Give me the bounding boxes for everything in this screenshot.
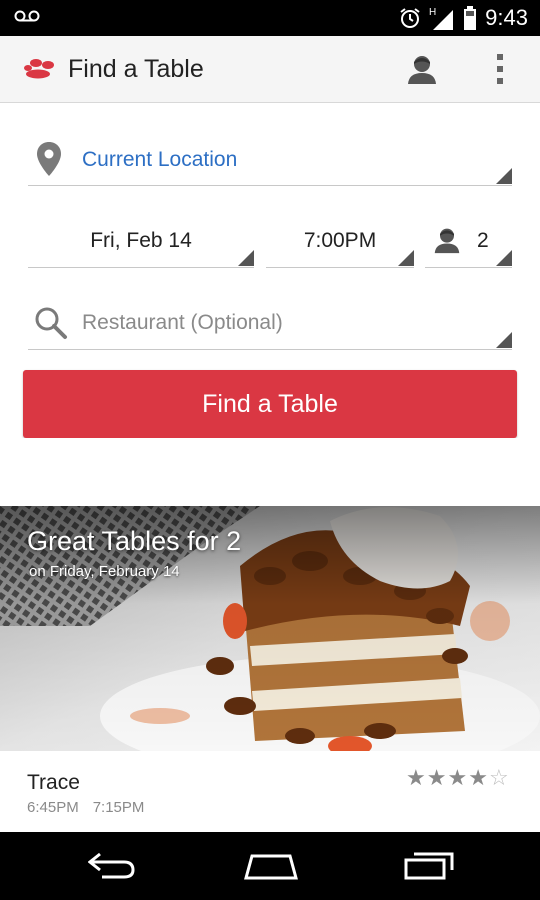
restaurant-search-field[interactable] xyxy=(28,300,512,350)
time-slots: 6:45PM 7:15PM xyxy=(27,799,144,816)
voicemail-icon xyxy=(14,10,40,22)
app-bar: Find a Table xyxy=(0,36,540,103)
search-icon xyxy=(35,307,67,339)
home-icon[interactable] xyxy=(244,850,298,880)
network-type-label: H xyxy=(429,7,436,18)
promo-banner[interactable]: Great Tables for 2 on Friday, February 1… xyxy=(0,506,540,751)
star-filled-icon: ★ xyxy=(447,765,469,790)
party-size-picker[interactable]: 2 xyxy=(425,218,512,268)
status-bar: H 9:43 xyxy=(0,0,540,36)
spacer xyxy=(0,438,540,506)
location-value: Current Location xyxy=(82,148,238,171)
restaurant-list-item[interactable]: Trace 6:45PM 7:15PM ★★★★☆ xyxy=(0,751,540,832)
star-filled-icon: ★ xyxy=(406,765,427,790)
dropdown-corner-icon xyxy=(496,250,512,266)
dropdown-corner-icon xyxy=(496,332,512,348)
star-filled-icon: ★ xyxy=(426,765,448,790)
party-size-value: 2 xyxy=(477,229,489,252)
opentable-logo-icon[interactable] xyxy=(22,58,58,80)
time-slot[interactable]: 6:45PM xyxy=(27,799,79,816)
restaurant-input[interactable] xyxy=(82,308,482,338)
star-filled-icon: ★ xyxy=(468,765,489,790)
recents-icon[interactable] xyxy=(404,850,454,880)
back-icon[interactable] xyxy=(88,850,136,880)
star-rating: ★★★★☆ xyxy=(406,765,510,791)
star-empty-icon: ☆ xyxy=(488,765,510,790)
restaurant-name: Trace xyxy=(27,771,80,794)
date-picker[interactable]: Fri, Feb 14 xyxy=(28,218,254,268)
time-slot[interactable]: 7:15PM xyxy=(93,799,145,816)
dropdown-corner-icon xyxy=(398,250,414,266)
app-title: Find a Table xyxy=(68,55,204,83)
dropdown-corner-icon xyxy=(238,250,254,266)
overflow-menu-icon[interactable] xyxy=(490,52,510,86)
date-value: Fri, Feb 14 xyxy=(90,229,192,252)
signal-icon: H xyxy=(429,7,454,30)
dropdown-corner-icon xyxy=(496,168,512,184)
time-value: 7:00PM xyxy=(303,229,377,252)
profile-icon[interactable] xyxy=(406,53,438,85)
promo-subtitle: on Friday, February 14 xyxy=(29,563,180,580)
alarm-icon xyxy=(400,8,420,28)
person-icon xyxy=(434,228,460,254)
location-pin-icon xyxy=(37,142,61,176)
system-nav-bar xyxy=(0,832,540,900)
location-field[interactable]: Current Location xyxy=(28,136,512,186)
time-picker[interactable]: 7:00PM xyxy=(266,218,414,268)
battery-icon xyxy=(464,6,477,30)
clock: 9:43 xyxy=(485,5,528,30)
promo-headline: Great Tables for 2 xyxy=(27,526,242,556)
find-a-table-button[interactable]: Find a Table xyxy=(23,370,517,438)
